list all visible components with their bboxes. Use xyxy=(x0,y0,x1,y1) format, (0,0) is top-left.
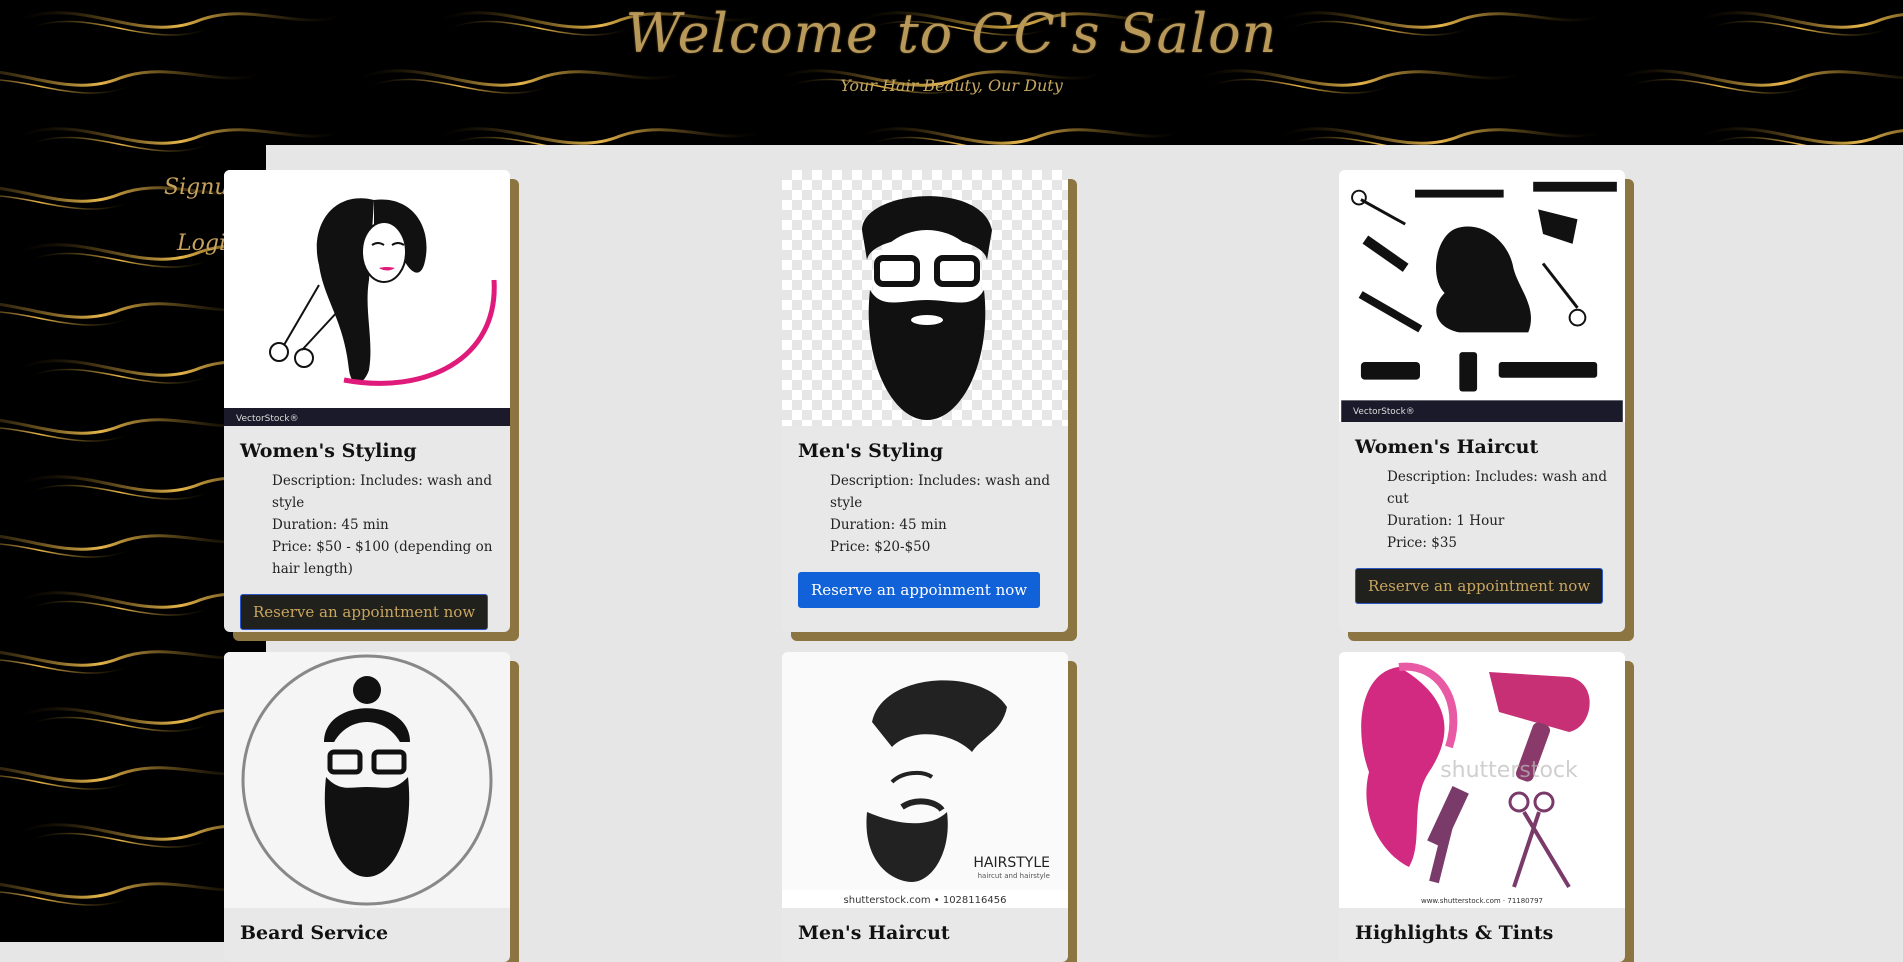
card-title: Highlights & Tints xyxy=(1355,922,1554,944)
man-bun-beard-icon xyxy=(224,652,510,908)
card-title: Women's Haircut xyxy=(1355,436,1539,458)
image-footer: www.shutterstock.com · 71180797 xyxy=(1421,897,1543,905)
card-details: Description: Includes: wash and cut Dura… xyxy=(1355,466,1609,554)
card-duration: Duration: 1 Hour xyxy=(1387,513,1505,529)
card-title: Beard Service xyxy=(240,922,389,944)
card-description: Description: Includes: wash and cut xyxy=(1387,469,1608,507)
service-card-mens-styling: Men's Styling Description: Includes: was… xyxy=(782,170,1068,632)
pink-hair-dryer-icon: shutterstock www.shutterstock.com · 7118… xyxy=(1339,652,1625,908)
service-card-womens-styling: VectorStock® Women's Styling Description… xyxy=(224,170,510,632)
service-card-womens-haircut: VectorStock® Women's Haircut Description… xyxy=(1339,170,1625,632)
image-caption: HAIRSTYLE xyxy=(973,855,1050,871)
card-description: Description: Includes: wash and style xyxy=(830,473,1051,511)
bearded-man-glasses-icon xyxy=(782,170,1068,426)
card-title: Women's Styling xyxy=(240,440,417,462)
card-price: Price: $50 - $100 (depending on hair len… xyxy=(272,539,493,577)
card-title: Men's Haircut xyxy=(798,922,950,944)
svg-text:VectorStock®: VectorStock® xyxy=(1353,407,1415,417)
card-details: Description: Includes: wash and style Du… xyxy=(798,470,1052,558)
service-card-highlights-tints: shutterstock www.shutterstock.com · 7118… xyxy=(1339,652,1625,962)
site-title: Welcome to CC's Salon xyxy=(625,2,1278,65)
card-title: Men's Styling xyxy=(798,440,944,462)
card-duration: Duration: 45 min xyxy=(272,517,389,533)
card-price: Price: $35 xyxy=(1387,535,1458,551)
card-price: Price: $20-$50 xyxy=(830,539,931,555)
site-tagline: Your Hair Beauty, Our Duty xyxy=(840,76,1063,95)
image-footer: shutterstock.com • 1028116456 xyxy=(844,895,1007,906)
image-subcaption: haircut and hairstyle xyxy=(978,872,1050,880)
service-card-beard-service: Beard Service xyxy=(224,652,510,962)
site-header: Welcome to CC's Salon Your Hair Beauty, … xyxy=(0,0,1903,145)
salon-tools-icon: VectorStock® xyxy=(1339,170,1625,422)
card-details: Description: Includes: wash and style Du… xyxy=(240,470,494,580)
main-content xyxy=(266,145,1903,942)
man-hairstyle-icon: HAIRSTYLE haircut and hairstyle shutters… xyxy=(782,652,1068,908)
reserve-appointment-button[interactable]: Reserve an appointment now xyxy=(1355,568,1604,604)
watermark-text: shutterstock xyxy=(1440,758,1578,783)
card-description: Description: Includes: wash and style xyxy=(272,473,493,511)
reserve-appointment-button[interactable]: Reserve an appoinment now xyxy=(798,572,1041,608)
service-card-mens-haircut: HAIRSTYLE haircut and hairstyle shutters… xyxy=(782,652,1068,962)
card-duration: Duration: 45 min xyxy=(830,517,947,533)
woman-face-scissors-icon: VectorStock® xyxy=(224,170,510,426)
svg-text:VectorStock®: VectorStock® xyxy=(236,414,299,424)
reserve-appointment-button[interactable]: Reserve an appointment now xyxy=(240,594,489,630)
